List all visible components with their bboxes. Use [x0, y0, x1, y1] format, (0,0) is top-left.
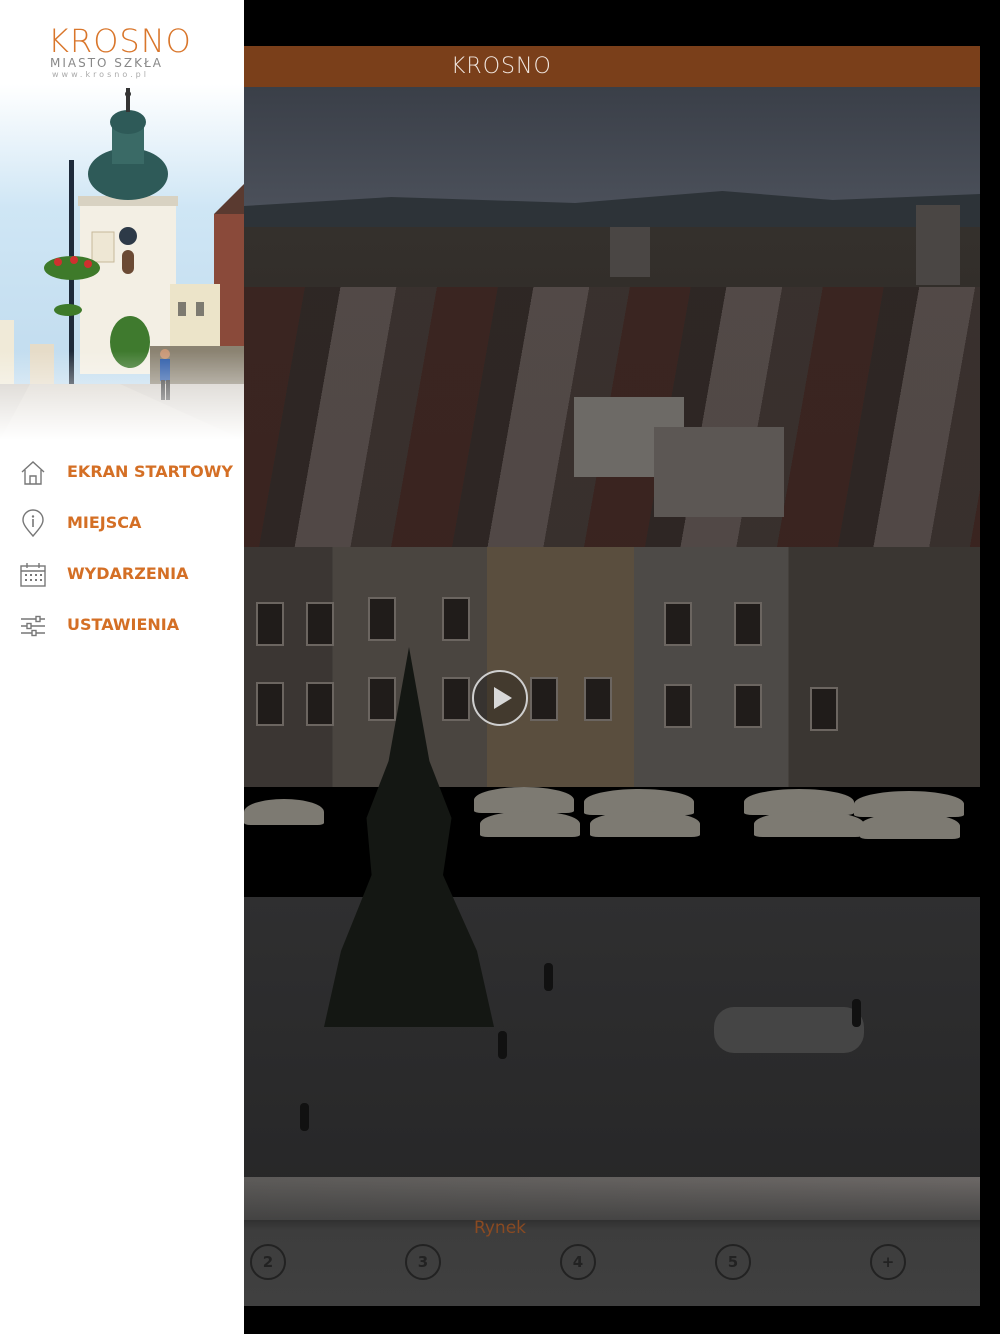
krosno-logo: KROSNO MIASTO SZKŁA www.krosno.pl [0, 0, 244, 80]
menu-label-places: MIEJSCA [67, 513, 142, 532]
home-icon [21, 461, 45, 485]
caption-panel [244, 1180, 980, 1306]
play-icon [494, 687, 512, 709]
info-pin-icon [22, 509, 44, 538]
brand-name: KROSNO [48, 22, 192, 60]
photo-caption: Rynek [473, 1218, 527, 1238]
app-header: KROSNO [244, 46, 980, 87]
side-drawer: KROSNO MIASTO SZKŁA www.krosno.pl EKRAN … [0, 0, 244, 1334]
menu-item-places[interactable]: MIEJSCA [0, 501, 244, 552]
menu-label-settings: USTAWIENIA [67, 615, 180, 634]
menu-label-home: EKRAN STARTOWY [67, 462, 233, 481]
main-content: KROSNO Rynek 2 3 4 5 + [244, 0, 1000, 1334]
menu-label-events: WYDARZENIA [67, 564, 189, 583]
market-square-photo[interactable] [244, 87, 980, 1220]
page-button-3[interactable]: 3 [405, 1244, 441, 1280]
gallery-pager: 2 3 4 5 + [244, 1244, 980, 1284]
brand-subtitle: MIASTO SZKŁA [50, 56, 163, 70]
town-hall-tower-image [0, 84, 244, 440]
video-play-button[interactable] [472, 670, 528, 726]
calendar-icon [20, 563, 46, 587]
page-button-4[interactable]: 4 [560, 1244, 596, 1280]
sliders-icon [21, 615, 45, 637]
menu-item-settings[interactable]: USTAWIENIA [0, 603, 244, 654]
page-button-more[interactable]: + [870, 1244, 906, 1280]
page-button-5[interactable]: 5 [715, 1244, 751, 1280]
app-title: KROSNO [451, 54, 552, 79]
page-button-2[interactable]: 2 [250, 1244, 286, 1280]
menu-item-home[interactable]: EKRAN STARTOWY [0, 450, 244, 501]
menu-item-events[interactable]: WYDARZENIA [0, 552, 244, 603]
drawer-menu: EKRAN STARTOWY MIEJSCA WYDARZENIA USTAWI… [0, 450, 244, 654]
brand-url: www.krosno.pl [52, 70, 149, 79]
